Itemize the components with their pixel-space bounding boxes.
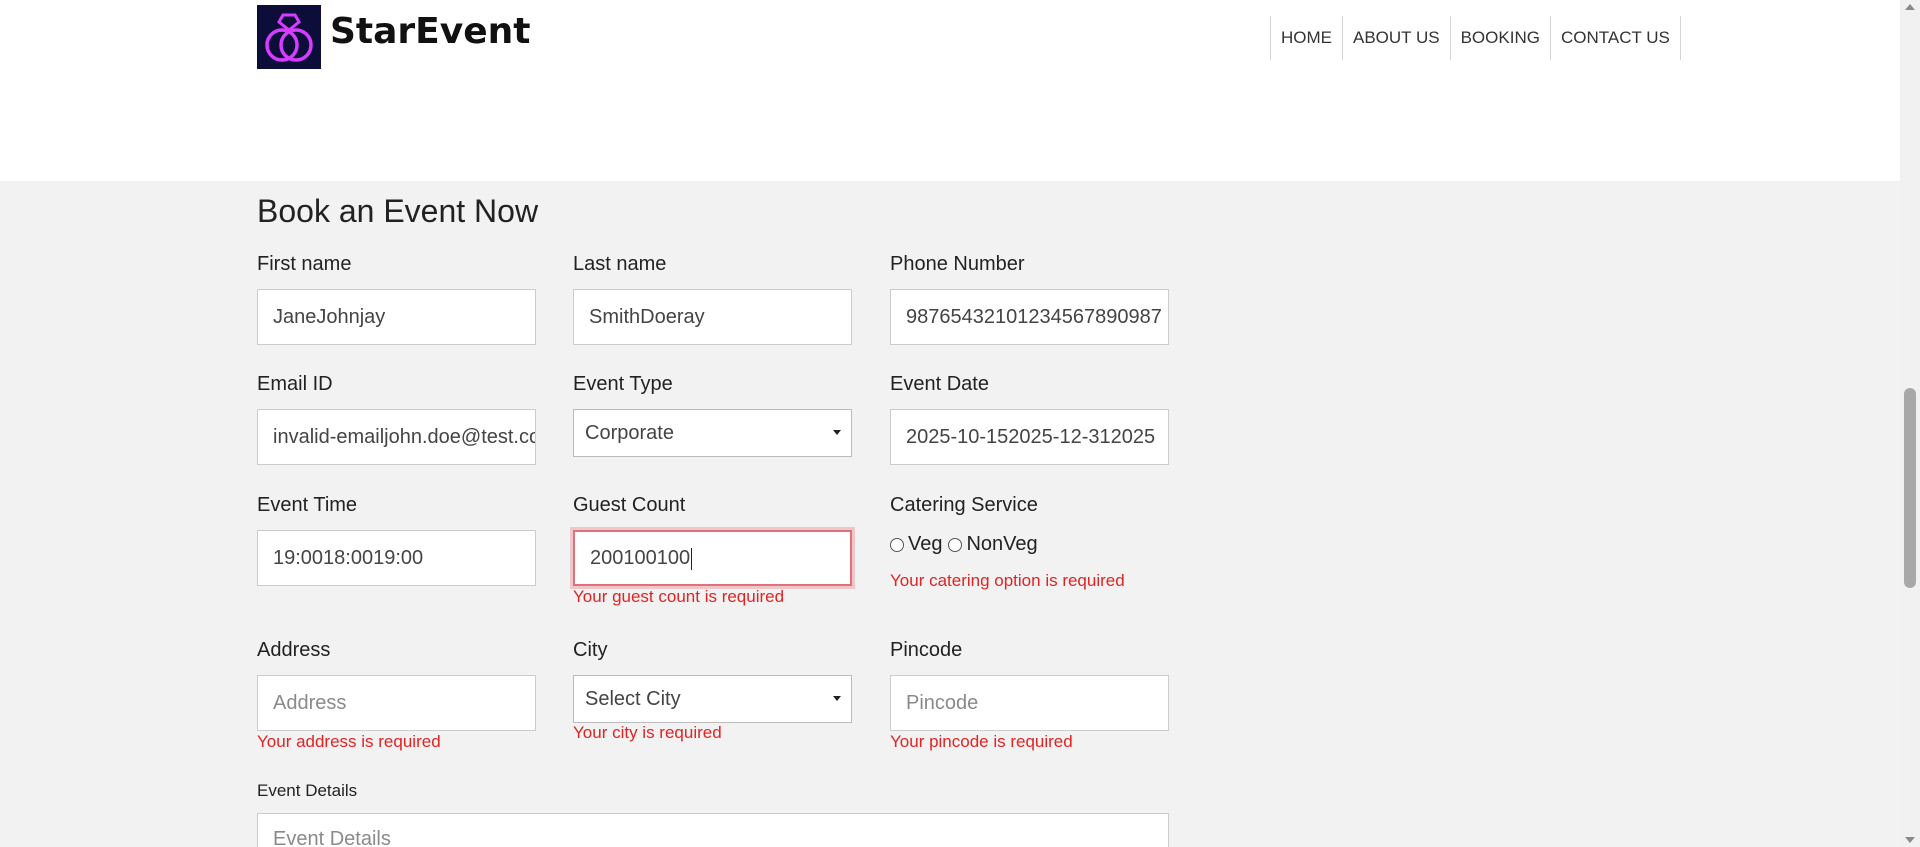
rings-logo-icon[interactable] [257,5,321,69]
address-error: Your address is required [257,732,441,751]
city-error: Your city is required [573,723,722,742]
guest-count-value: 200100100 [590,547,691,569]
nav-booking[interactable]: BOOKING [1449,16,1550,60]
main-nav: HOME ABOUT US BOOKING CONTACT US [1270,16,1681,60]
pincode-error: Your pincode is required [890,732,1073,751]
scroll-up-icon[interactable] [1905,4,1915,10]
veg-radio[interactable] [890,537,904,552]
catering-label: Catering Service [890,494,1038,516]
event-date-label: Event Date [890,373,989,395]
scrollbar-thumb[interactable] [1904,388,1916,588]
nonveg-radio[interactable] [948,537,963,552]
city-select-value: Select City [585,688,681,710]
catering-radio-group: Veg NonVeg [890,533,1038,556]
nonveg-radio-label[interactable]: NonVeg [966,533,1037,556]
chevron-down-icon [833,430,841,435]
event-type-select[interactable]: Corporate [573,409,852,457]
email-input[interactable]: invalid-emailjohn.doe@test.com [257,409,536,465]
catering-error: Your catering option is required [890,571,1125,590]
address-label: Address [257,639,331,661]
brand-name[interactable]: StarEvent [330,11,531,52]
event-type-value: Corporate [585,422,674,444]
guest-count-error: Your guest count is required [573,587,785,606]
address-input[interactable]: Address [257,675,536,731]
veg-radio-label[interactable]: Veg [908,533,942,556]
event-date-input[interactable]: 2025-10-152025-12-312025 [890,409,1169,465]
phone-label: Phone Number [890,253,1025,275]
booking-page: StarEvent HOME ABOUT US BOOKING CONTACT … [0,0,1920,847]
scroll-down-icon[interactable] [1905,837,1915,843]
nav-home[interactable]: HOME [1270,16,1342,60]
chevron-down-icon [833,696,841,701]
phone-input[interactable]: 98765432101234567890987 [890,289,1169,345]
last-name-input[interactable]: SmithDoeray [573,289,852,345]
vertical-scrollbar[interactable] [1900,0,1920,847]
event-time-input[interactable]: 19:0018:0019:00 [257,530,536,586]
pincode-input[interactable]: Pincode [890,675,1169,731]
event-details-textarea[interactable]: Event Details [257,813,1169,847]
city-select[interactable]: Select City [573,675,852,723]
event-time-label: Event Time [257,494,358,516]
event-type-label: Event Type [573,373,673,395]
booking-form-section: Book an Event Now First name JaneJohnjay… [0,181,1900,847]
site-header: StarEvent HOME ABOUT US BOOKING CONTACT … [0,0,1900,181]
first-name-label: First name [257,253,352,275]
nav-about-us[interactable]: ABOUT US [1342,16,1450,60]
event-details-label: Event Details [257,781,358,800]
city-label: City [573,639,608,661]
page-title: Book an Event Now [257,193,539,229]
text-cursor [691,547,693,570]
guest-count-label: Guest Count [573,494,686,516]
nav-contact-us[interactable]: CONTACT US [1549,16,1681,60]
email-label: Email ID [257,373,333,395]
first-name-input[interactable]: JaneJohnjay [257,289,536,345]
pincode-label: Pincode [890,639,963,661]
last-name-label: Last name [573,253,667,275]
guest-count-input[interactable]: 200100100 [573,530,852,586]
